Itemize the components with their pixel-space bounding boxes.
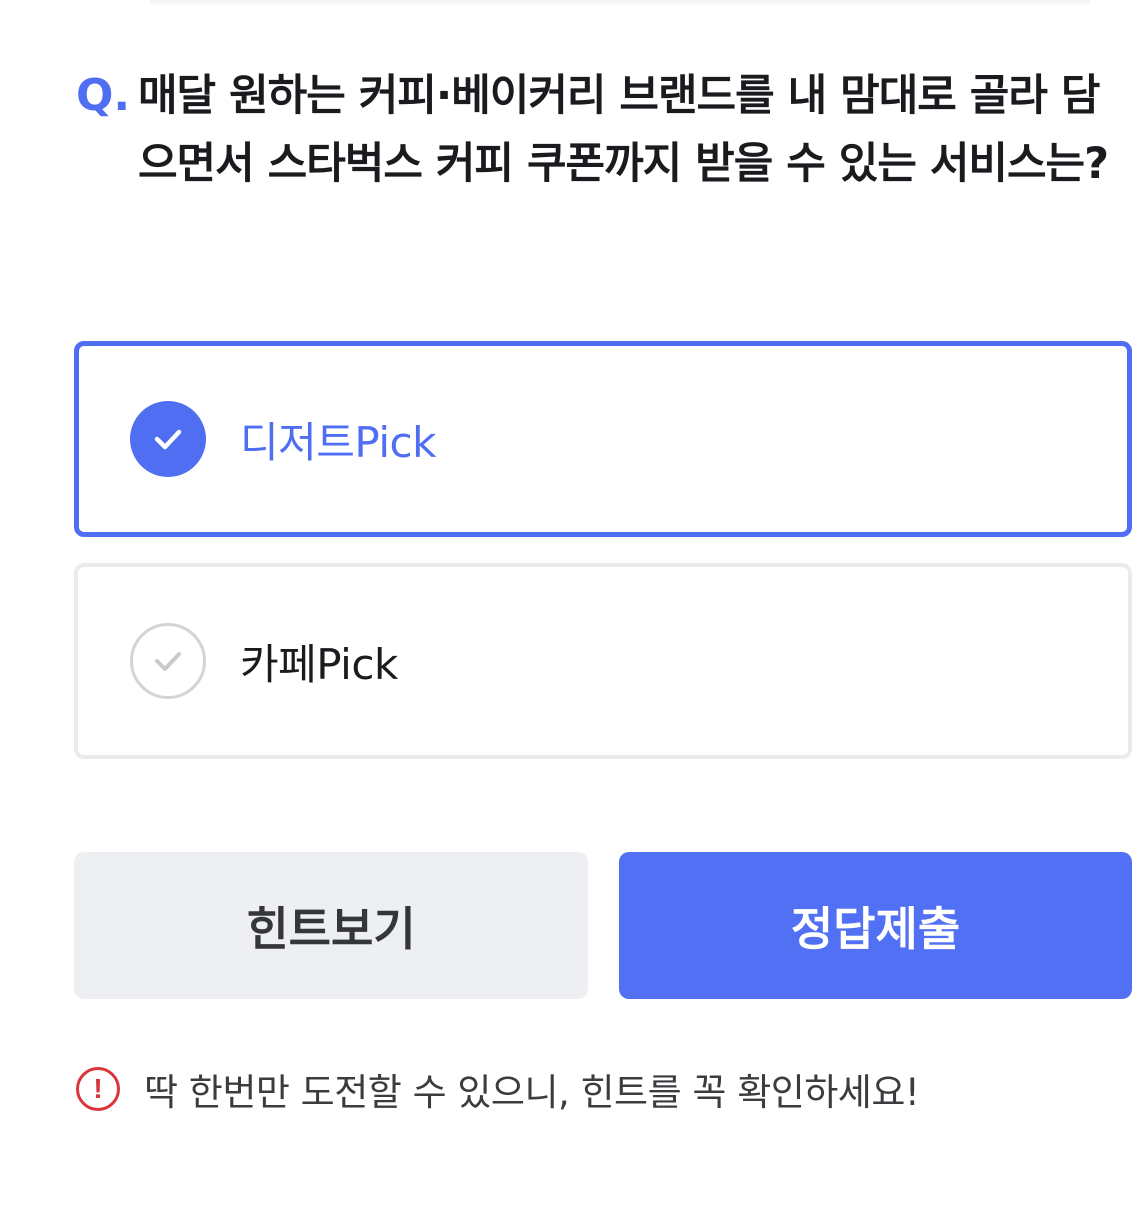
warning-notice: ! 딱 한번만 도전할 수 있으니, 힌트를 꼭 확인하세요! xyxy=(76,1062,920,1116)
warning-notice-text: 딱 한번만 도전할 수 있으니, 힌트를 꼭 확인하세요! xyxy=(144,1071,920,1114)
hint-button[interactable]: 힌트보기 xyxy=(74,852,588,999)
submit-answer-button[interactable]: 정답제출 xyxy=(619,852,1132,999)
checkmark-icon xyxy=(130,401,206,477)
top-edge-divider xyxy=(150,0,1090,6)
question-block: Q. 매달 원하는 커피·베이커리 브랜드를 내 맘대로 골라 담으면서 스타벅… xyxy=(76,62,1126,198)
answer-option-label: 디저트Pick xyxy=(240,417,436,467)
answer-option-dessert-pick[interactable]: 디저트Pick xyxy=(74,341,1132,537)
question-text: 매달 원하는 커피·베이커리 브랜드를 내 맘대로 골라 담으면서 스타벅스 커… xyxy=(138,71,1109,189)
quiz-page: Q. 매달 원하는 커피·베이커리 브랜드를 내 맘대로 골라 담으면서 스타벅… xyxy=(0,0,1148,1214)
checkmark-icon xyxy=(130,623,206,699)
answer-option-label: 카페Pick xyxy=(240,639,398,689)
question-prefix: Q. xyxy=(76,70,131,121)
exclamation-circle-icon: ! xyxy=(76,1067,120,1111)
answer-option-cafe-pick[interactable]: 카페Pick xyxy=(74,563,1132,759)
